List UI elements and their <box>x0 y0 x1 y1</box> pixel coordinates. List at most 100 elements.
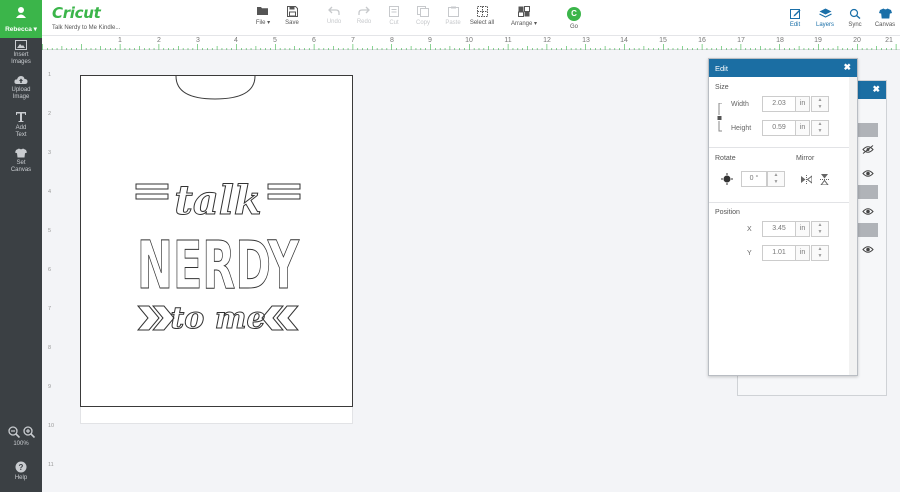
y-input[interactable]: 1.01 <box>762 245 796 261</box>
folder-icon <box>257 7 268 15</box>
layer-group-row[interactable] <box>858 123 878 137</box>
lock-icon[interactable] <box>717 103 725 133</box>
user-menu[interactable]: Rebecca ▾ <box>0 0 42 38</box>
y-stepper[interactable]: ▲ ▼ <box>811 245 829 261</box>
tab-edit[interactable]: Edit <box>780 8 810 28</box>
undo-button[interactable]: Undo <box>317 6 351 25</box>
ruler-label: 8 <box>48 345 52 351</box>
ruler-label: 17 <box>737 37 745 44</box>
zoom-in-icon[interactable] <box>22 426 35 438</box>
zoom-level: 100% <box>13 441 29 447</box>
tab-canvas[interactable]: Canvas <box>870 8 900 28</box>
add-text-label-2: Text <box>15 132 27 138</box>
set-canvas-label-2: Canvas <box>10 167 32 173</box>
tab-sync-label: Sync <box>848 22 862 28</box>
undo-icon <box>328 6 340 15</box>
eye-icon[interactable] <box>862 207 874 216</box>
design-text-nerdy: NERDY <box>137 227 300 304</box>
hidden-eye-icon[interactable] <box>862 145 874 154</box>
save-icon <box>286 6 298 17</box>
ruler-label: 16 <box>698 37 706 44</box>
height-label: Height <box>731 125 752 132</box>
edit-panel-title: Edit <box>715 64 728 73</box>
go-label: Go <box>569 24 578 30</box>
mirror-horizontal-icon[interactable] <box>801 175 812 184</box>
layer-row[interactable] <box>858 205 878 219</box>
upload-image-button[interactable]: Upload Image <box>0 75 42 101</box>
ruler-label: 11 <box>48 462 54 468</box>
layer-row[interactable] <box>858 143 878 157</box>
layers-icon <box>818 8 832 18</box>
go-button[interactable]: C Go <box>559 7 589 30</box>
layer-row[interactable] <box>858 167 878 181</box>
ruler-label: 4 <box>48 189 52 195</box>
zoom-out-icon[interactable] <box>7 426 20 438</box>
rotate-stepper[interactable]: ▲ ▼ <box>767 171 785 187</box>
layer-row[interactable] <box>858 243 878 257</box>
project-name[interactable]: Talk Nerdy to Me Kindle... <box>52 25 120 31</box>
ruler-label: 10 <box>48 423 55 429</box>
height-input[interactable]: 0.59 <box>762 120 796 136</box>
y-unit: in <box>796 245 810 261</box>
svg-text:?: ? <box>19 463 24 472</box>
canvas-bottom-strip <box>80 407 353 424</box>
rotate-input[interactable]: 0 ° <box>741 171 767 187</box>
width-input[interactable]: 2.03 <box>762 96 796 112</box>
select-all-label: Select all <box>469 20 495 26</box>
size-label: Size <box>715 84 729 91</box>
edit-close-icon[interactable]: ✖ <box>843 62 851 73</box>
width-stepper[interactable]: ▲ ▼ <box>811 96 829 112</box>
ruler-label: 15 <box>659 37 667 44</box>
tab-layers-label: Layers <box>815 22 834 28</box>
ruler-label: 6 <box>48 267 52 273</box>
edit-panel: Edit ✖ Size Width 2.03 in ▲ ▼ Height 0.59… <box>708 58 858 376</box>
insert-images-button[interactable]: Insert Images <box>0 40 42 66</box>
ruler-label: 2 <box>48 111 52 117</box>
rotate-dial-icon[interactable] <box>721 173 733 185</box>
ruler-label: 20 <box>853 37 861 44</box>
position-label: Position <box>715 209 740 216</box>
eye-icon[interactable] <box>862 169 874 178</box>
zoom-controls: 100% <box>0 426 42 447</box>
arrange-label: Arrange ▾ <box>510 21 538 27</box>
edit-panel-scrollbar[interactable] <box>849 77 857 375</box>
layer-group-row[interactable] <box>858 185 878 199</box>
width-unit: in <box>796 96 810 112</box>
vertical-ruler: 1 2 3 4 5 6 7 8 9 10 11 <box>42 50 55 492</box>
height-stepper[interactable]: ▲ ▼ <box>811 120 829 136</box>
copy-label: Copy <box>415 20 430 26</box>
ruler-label: 3 <box>196 37 200 44</box>
layers-close-icon[interactable]: ✖ <box>872 84 880 95</box>
upload-image-label-2: Image <box>12 94 30 100</box>
redo-button[interactable]: Redo <box>347 6 381 25</box>
ruler-label: 11 <box>504 37 512 44</box>
canvas-shirt-icon <box>878 8 892 19</box>
canvas-shirt[interactable]: talk NERDY to me <box>80 75 353 407</box>
ruler-label: 9 <box>48 384 52 390</box>
help-button[interactable]: ? Help <box>0 461 42 482</box>
redo-icon <box>358 6 370 15</box>
text-icon <box>16 112 26 122</box>
x-stepper[interactable]: ▲ ▼ <box>811 221 829 237</box>
arrange-menu-button[interactable]: Arrange ▾ <box>507 6 541 27</box>
set-canvas-button[interactable]: Set Canvas <box>0 148 42 174</box>
ruler-label: 12 <box>543 37 551 44</box>
mirror-vertical-icon[interactable] <box>820 174 829 185</box>
design-artwork[interactable]: talk NERDY to me <box>81 75 352 406</box>
sync-icon <box>849 8 861 19</box>
copy-button[interactable]: Copy <box>406 6 440 26</box>
select-all-button[interactable]: Select all <box>465 6 499 26</box>
tab-canvas-label: Canvas <box>874 22 896 28</box>
layer-group-row[interactable] <box>858 223 878 237</box>
ruler-label: 8 <box>390 37 394 44</box>
x-input[interactable]: 3.45 <box>762 221 796 237</box>
ruler-label: 19 <box>814 37 822 44</box>
tab-sync[interactable]: Sync <box>840 8 870 28</box>
ruler-label: 1 <box>118 37 122 44</box>
save-button[interactable]: Save <box>275 6 309 26</box>
add-text-button[interactable]: Add Text <box>0 111 42 139</box>
horizontal-ruler: 1 2 3 4 5 6 7 8 9 10 11 12 13 14 15 16 1… <box>42 36 900 50</box>
tab-layers[interactable]: Layers <box>810 8 840 28</box>
width-label: Width <box>731 101 749 108</box>
eye-icon[interactable] <box>862 245 874 254</box>
